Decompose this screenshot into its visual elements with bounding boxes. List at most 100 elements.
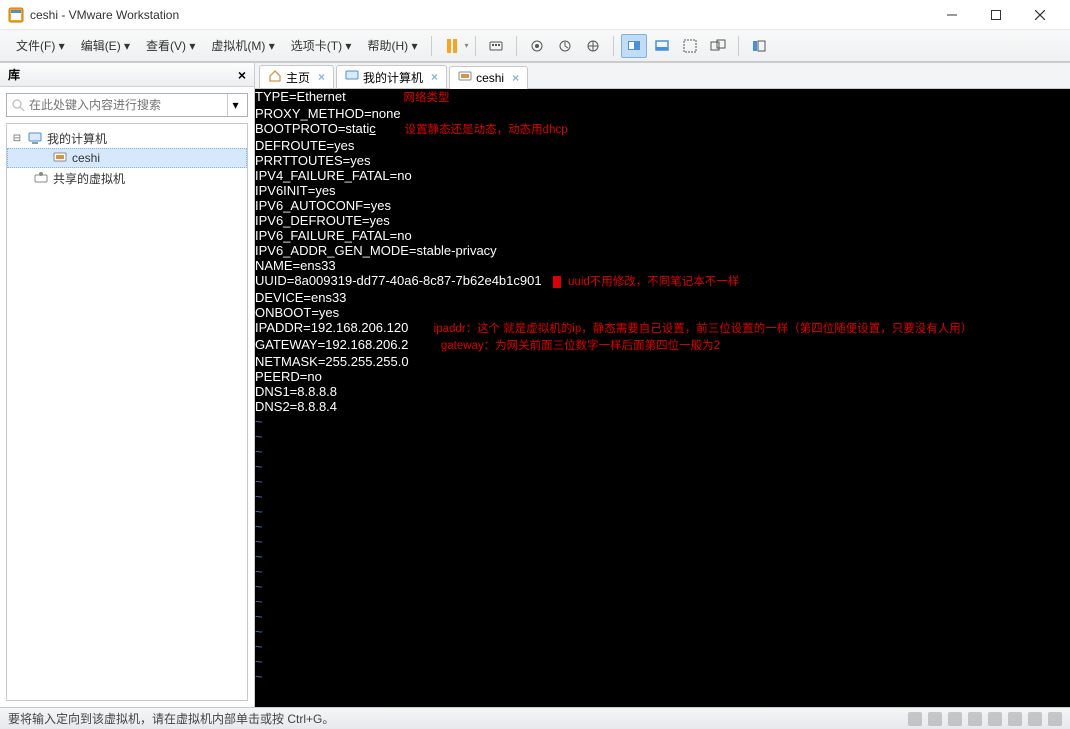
term-tilde: ~ [255, 594, 1070, 609]
term-line: IPV6_AUTOCONF=yes [255, 198, 1070, 213]
separator [738, 36, 739, 56]
search-input[interactable] [29, 98, 227, 112]
term-line: ONBOOT=yes [255, 305, 1070, 320]
send-keys-button[interactable] [483, 34, 509, 58]
computer-icon [345, 69, 359, 86]
minimize-button[interactable] [930, 1, 974, 29]
term-line: IPADDR=192.168.206.120 ipaddr：这个 就是虚拟机的i… [255, 320, 1070, 337]
status-bar: 要将输入定向到该虚拟机，请在虚拟机内部单击或按 Ctrl+G。 [0, 707, 1070, 729]
term-line: DNS2=8.8.8.4 [255, 399, 1070, 414]
vm-icon [458, 70, 472, 87]
term-tilde: ~ [255, 639, 1070, 654]
tree-label: 共享的虚拟机 [53, 170, 125, 187]
term-tilde: ~ [255, 654, 1070, 669]
term-tilde: ~ [255, 474, 1070, 489]
term-line: GATEWAY=192.168.206.2 gateway：为网关前面三位数字一… [255, 337, 1070, 354]
tray-icon[interactable] [968, 712, 982, 726]
content-area: 主页 × 我的计算机 × ceshi × TYPE=Ethernet 网络类型 … [255, 63, 1070, 707]
separator [516, 36, 517, 56]
tree-label: 我的计算机 [47, 130, 107, 147]
search-dropdown-button[interactable]: ▾ [227, 94, 243, 116]
tab-close-button[interactable]: × [512, 71, 519, 85]
library-title: 库 [8, 66, 238, 83]
tab-home[interactable]: 主页 × [259, 65, 334, 88]
term-line: DEFROUTE=yes [255, 138, 1070, 153]
computer-icon [27, 130, 43, 146]
window-title: ceshi - VMware Workstation [30, 8, 930, 22]
title-bar: ceshi - VMware Workstation [0, 0, 1070, 30]
home-icon [268, 69, 282, 86]
revert-button[interactable] [552, 34, 578, 58]
tab-ceshi[interactable]: ceshi × [449, 66, 528, 89]
term-tilde: ~ [255, 609, 1070, 624]
snapshot-button[interactable] [524, 34, 550, 58]
unity-button[interactable] [705, 34, 731, 58]
terminal-console[interactable]: TYPE=Ethernet 网络类型 PROXY_METHOD=none BOO… [255, 89, 1070, 707]
menu-bar: 文件(F) ▾ 编辑(E) ▾ 查看(V) ▾ 虚拟机(M) ▾ 选项卡(T) … [0, 30, 1070, 62]
term-tilde: ~ [255, 564, 1070, 579]
tray-icon[interactable] [988, 712, 1002, 726]
menu-tabs[interactable]: 选项卡(T) ▾ [283, 33, 360, 58]
tab-close-button[interactable]: × [318, 70, 325, 84]
term-line: UUID=8a009319-dd77-40a6-8c87-7b62e4b1c90… [255, 273, 1070, 290]
tab-strip: 主页 × 我的计算机 × ceshi × [255, 63, 1070, 89]
search-row: ▾ [0, 87, 254, 123]
library-toggle-button[interactable] [746, 34, 772, 58]
menu-file[interactable]: 文件(F) ▾ [8, 33, 73, 58]
term-tilde: ~ [255, 579, 1070, 594]
tray-icon[interactable] [1028, 712, 1042, 726]
tree-node-ceshi[interactable]: ceshi [7, 148, 247, 168]
vm-icon [52, 150, 68, 166]
view-console-button[interactable] [621, 34, 647, 58]
term-line: PEERD=no [255, 369, 1070, 384]
term-tilde: ~ [255, 624, 1070, 639]
maximize-button[interactable] [974, 1, 1018, 29]
tray-icon[interactable] [1008, 712, 1022, 726]
library-close-button[interactable]: × [238, 67, 246, 83]
fullscreen-button[interactable] [677, 34, 703, 58]
term-line: PROXY_METHOD=none [255, 106, 1070, 121]
view-thumb-button[interactable] [649, 34, 675, 58]
term-line: NETMASK=255.255.255.0 [255, 354, 1070, 369]
term-line: IPV6_ADDR_GEN_MODE=stable-privacy [255, 243, 1070, 258]
tab-close-button[interactable]: × [431, 70, 438, 84]
term-line: BOOTPROTO=static 设置静态还是动态，动态用dhcp [255, 121, 1070, 138]
term-tilde: ~ [255, 414, 1070, 429]
tab-label: ceshi [476, 71, 504, 85]
tree-toggle-icon[interactable]: ⊟ [11, 133, 23, 144]
main-area: 库 × ▾ ⊟ 我的计算机 ceshi 共享 [0, 62, 1070, 707]
tray-icon[interactable] [928, 712, 942, 726]
term-tilde: ~ [255, 459, 1070, 474]
close-button[interactable] [1018, 1, 1062, 29]
tab-label: 主页 [286, 69, 310, 86]
term-line: TYPE=Ethernet 网络类型 [255, 89, 1070, 106]
tray-icon[interactable] [908, 712, 922, 726]
manage-button[interactable] [580, 34, 606, 58]
tree-node-shared[interactable]: 共享的虚拟机 [7, 168, 247, 188]
tray-icon[interactable] [948, 712, 962, 726]
tree-node-mycomputer[interactable]: ⊟ 我的计算机 [7, 128, 247, 148]
tab-mycomputer[interactable]: 我的计算机 × [336, 65, 447, 88]
library-header: 库 × [0, 63, 254, 87]
term-line: IPV6INIT=yes [255, 183, 1070, 198]
library-panel: 库 × ▾ ⊟ 我的计算机 ceshi 共享 [0, 63, 255, 707]
app-icon [8, 7, 24, 23]
term-line: DEVICE=ens33 [255, 290, 1070, 305]
term-line: DNS1=8.8.8.8 [255, 384, 1070, 399]
term-line: IPV6_DEFROUTE=yes [255, 213, 1070, 228]
menu-help[interactable]: 帮助(H) ▾ [359, 33, 425, 58]
pause-button[interactable] [439, 34, 465, 58]
tray-icon[interactable] [1048, 712, 1062, 726]
menu-edit[interactable]: 编辑(E) ▾ [73, 33, 138, 58]
term-tilde: ~ [255, 504, 1070, 519]
menu-vm[interactable]: 虚拟机(M) ▾ [203, 33, 282, 58]
separator [431, 36, 432, 56]
tab-label: 我的计算机 [363, 69, 423, 86]
menu-view[interactable]: 查看(V) ▾ [138, 33, 203, 58]
term-tilde: ~ [255, 669, 1070, 684]
term-tilde: ~ [255, 534, 1070, 549]
tree-label: ceshi [72, 151, 100, 165]
term-tilde: ~ [255, 519, 1070, 534]
term-line: PRRTTOUTES=yes [255, 153, 1070, 168]
term-line: IPV4_FAILURE_FATAL=no [255, 168, 1070, 183]
